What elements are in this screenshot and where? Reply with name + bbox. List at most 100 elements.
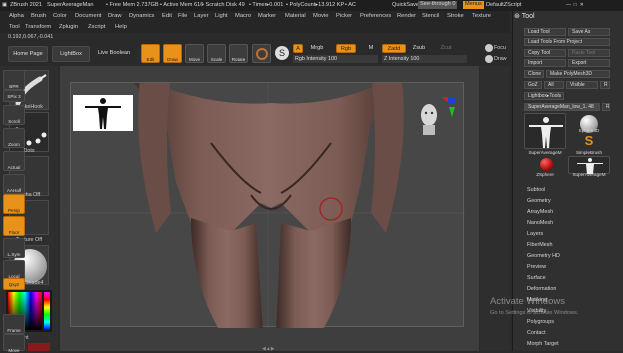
scroll-button[interactable]: Scroll <box>3 105 25 125</box>
menu-marker[interactable]: Marker <box>258 13 276 19</box>
copy-tool-button[interactable]: Copy Tool <box>524 49 566 57</box>
lightbox-tools-button[interactable]: Lightbox▸Tools <box>524 92 564 100</box>
subpalette-fibermesh[interactable]: FiberMesh <box>527 242 552 248</box>
orientation-head[interactable] <box>417 97 455 137</box>
make-polymesh3d-button[interactable]: Make PolyMesh3D <box>546 70 610 78</box>
visible-button[interactable]: Visible <box>566 81 598 89</box>
default-zscript[interactable]: DefaultZScript <box>486 2 521 8</box>
subpalette-layers[interactable]: Layers <box>527 231 543 237</box>
subpalette-surface[interactable]: Surface <box>527 275 546 281</box>
menu-tool[interactable]: Tool <box>9 24 20 30</box>
move-view-button[interactable]: Move <box>3 334 25 353</box>
aahalf-button[interactable]: AAHalf <box>3 174 25 194</box>
focal-shift-icon[interactable] <box>485 44 493 52</box>
tool-thumb-superaverageman[interactable] <box>524 113 566 149</box>
navigation-thumbnail[interactable] <box>73 95 133 131</box>
hue-strip[interactable] <box>44 292 50 330</box>
spix-button[interactable]: SPix 3 <box>3 90 25 102</box>
frame-button[interactable]: Frame <box>3 314 25 334</box>
menu-texture[interactable]: Texture <box>472 13 491 19</box>
a-button[interactable]: A <box>293 44 303 53</box>
export-button[interactable]: Export <box>568 59 610 67</box>
persp-button[interactable]: Persp <box>3 194 25 214</box>
menu-zplugin[interactable]: Zplugin <box>59 24 78 30</box>
scale-button[interactable]: Scale <box>207 44 226 63</box>
lightbox-button[interactable]: LightBox <box>52 46 90 62</box>
lsym-button[interactable]: L.Sym <box>3 238 25 258</box>
menu-zscript[interactable]: Zscript <box>88 24 105 30</box>
load-tools-from-project-button[interactable]: Load Tools From Project <box>524 38 610 46</box>
bpr-button[interactable]: BPR <box>3 70 25 90</box>
menu-stroke[interactable]: Stroke <box>447 13 464 19</box>
subpalette-subtool[interactable]: Subtool <box>527 187 545 193</box>
current-tool-slider[interactable]: SuperAverageMan_low_1. 48 <box>524 103 600 111</box>
spotlight-icon[interactable]: S <box>275 46 289 60</box>
zcut-button[interactable]: Zcut <box>438 44 454 53</box>
subpalette-preview[interactable]: Preview <box>527 264 546 270</box>
menu-stencil[interactable]: Stencil <box>422 13 439 19</box>
seethrough-slider[interactable]: See-through 0 <box>418 1 458 9</box>
main-color-swatch[interactable] <box>28 343 50 351</box>
menu-layer[interactable]: Layer <box>194 13 209 19</box>
subpalette-arraymesh[interactable]: ArrayMesh <box>527 209 553 215</box>
z-intensity-slider[interactable]: Z Intensity 100 <box>382 55 467 63</box>
home-page-button[interactable]: Home Page <box>8 46 48 62</box>
draw-size-icon[interactable] <box>485 55 493 63</box>
rgb-intensity-slider[interactable]: Rgb Intensity 100 <box>293 55 378 63</box>
import-button[interactable]: Import <box>524 59 566 67</box>
bottom-shelf-arrows[interactable]: ◀▲▶ <box>262 346 275 352</box>
subpalette-contact[interactable]: Contact <box>527 330 546 336</box>
menu-transform[interactable]: Transform <box>25 24 51 30</box>
r-button[interactable]: R <box>600 81 610 89</box>
menu-render[interactable]: Render <box>397 13 416 19</box>
zsub-button[interactable]: Zsub <box>410 44 428 53</box>
menu-movie[interactable]: Movie <box>313 13 328 19</box>
menu-material[interactable]: Material <box>285 13 306 19</box>
menu-brush[interactable]: Brush <box>31 13 46 19</box>
menu-macro[interactable]: Macro <box>235 13 251 19</box>
rotate-button[interactable]: Rotate <box>229 44 248 63</box>
floor-button[interactable]: Floor <box>3 216 25 236</box>
window-controls[interactable]: — □ ✕ <box>566 2 584 8</box>
qxyz-button[interactable]: Qxyz <box>3 278 25 290</box>
menu-draw[interactable]: Draw <box>108 13 122 19</box>
menu-color[interactable]: Color <box>53 13 67 19</box>
material-swatch-button[interactable] <box>252 44 271 63</box>
actual-button[interactable]: Actual <box>3 151 25 171</box>
menu-file[interactable]: File <box>178 13 187 19</box>
subpalette-geometry[interactable]: Geometry <box>527 198 551 204</box>
r2-button[interactable]: R <box>602 103 610 111</box>
menu-edit[interactable]: Edit <box>162 13 172 19</box>
move-button[interactable]: Move <box>185 44 204 63</box>
menu-dynamics[interactable]: Dynamics <box>129 13 154 19</box>
live-boolean-button[interactable]: Live Boolean <box>94 46 134 62</box>
tool-palette-header[interactable]: ⊛ Tool <box>514 12 535 20</box>
clone-button[interactable]: Clone <box>524 70 544 78</box>
subpalette-nanomesh[interactable]: NanoMesh <box>527 220 553 226</box>
edit-button[interactable]: Edit <box>141 44 160 63</box>
draw-button[interactable]: Draw <box>163 44 182 63</box>
subpalette-deformation[interactable]: Deformation <box>527 286 556 292</box>
menu-preferences[interactable]: Preferences <box>360 13 391 19</box>
all-button[interactable]: All <box>544 81 564 89</box>
mrgb-button[interactable]: Mrgb <box>307 44 327 53</box>
zoom-button[interactable]: Zoom <box>3 128 25 148</box>
menu-document[interactable]: Document <box>75 13 101 19</box>
goz-button[interactable]: GoZ <box>524 81 542 89</box>
rgb-button[interactable]: Rgb <box>336 44 356 53</box>
subpalette-polygroups[interactable]: Polygroups <box>527 319 554 325</box>
menus-toggle[interactable]: Menus <box>463 1 484 9</box>
save-as-button[interactable]: Save As <box>568 28 610 36</box>
zadd-button[interactable]: Zadd <box>382 44 406 53</box>
menu-light[interactable]: Light <box>215 13 228 19</box>
load-tool-button[interactable]: Load Tool <box>524 28 566 36</box>
document-canvas[interactable] <box>70 82 465 328</box>
menu-alpha[interactable]: Alpha <box>9 13 24 19</box>
quicksave-button[interactable]: QuickSave <box>392 2 419 8</box>
subpalette-morph-target[interactable]: Morph Target <box>527 341 559 347</box>
subpalette-geometry-hd[interactable]: Geometry HD <box>527 253 560 259</box>
menu-picker[interactable]: Picker <box>336 13 352 19</box>
m-button[interactable]: M <box>366 44 376 53</box>
local-button[interactable]: Local <box>3 260 25 280</box>
paste-tool-button[interactable]: Paste Tool <box>568 49 610 57</box>
